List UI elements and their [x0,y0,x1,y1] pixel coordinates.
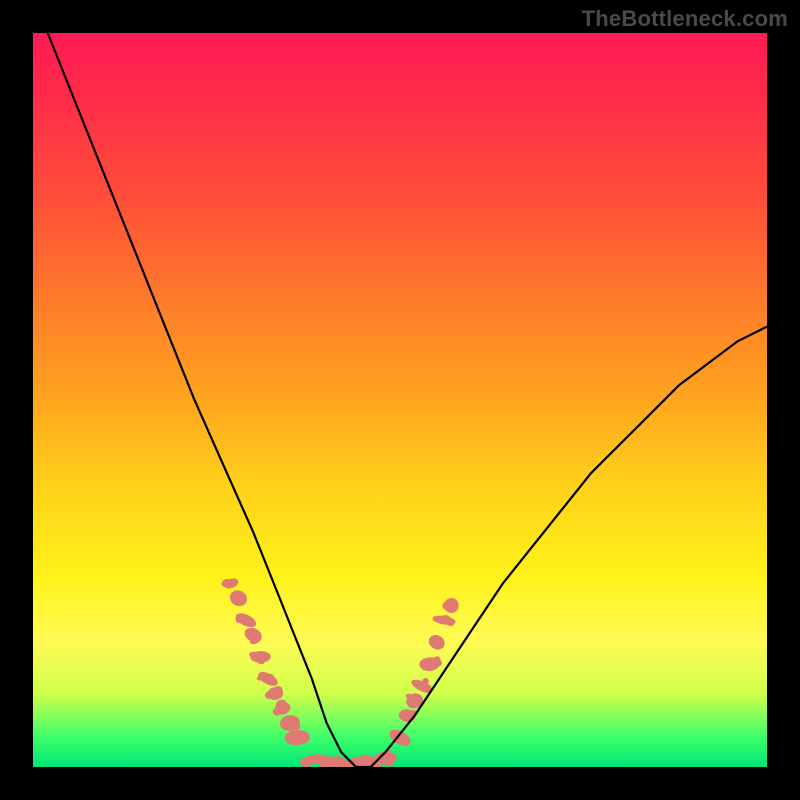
scatter-point [441,615,450,621]
scatter-layer [221,577,459,767]
scatter-point [399,713,407,718]
bottleneck-curve [48,33,767,767]
scatter-point [252,631,259,636]
scatter-point [435,637,444,645]
plot-area [33,33,767,767]
scatter-point [414,699,421,707]
chart-container: TheBottleneck.com [0,0,800,800]
chart-svg [33,33,767,767]
scatter-point [239,598,247,604]
watermark-text: TheBottleneck.com [582,6,788,32]
